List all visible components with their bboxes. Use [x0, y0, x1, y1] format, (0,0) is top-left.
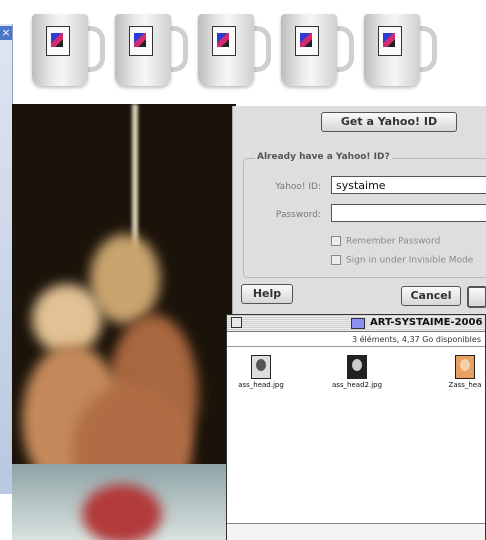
finder-title: ART-SYSTAIME-2006 [367, 317, 486, 328]
cancel-button[interactable]: Cancel [401, 286, 461, 306]
close-box-icon[interactable] [231, 317, 242, 328]
document-mug-icon[interactable] [198, 8, 271, 88]
remember-password-label: Remember Password [346, 236, 441, 247]
invisible-mode-label: Sign in under Invisible Mode [346, 255, 474, 266]
file-item[interactable]: ass_head.jpg [231, 355, 291, 389]
sign-in-button[interactable] [467, 286, 486, 308]
password-field[interactable] [331, 204, 486, 222]
help-button[interactable]: Help [241, 284, 293, 304]
file-item[interactable]: Zass_hea [435, 355, 486, 389]
image-file-icon [251, 355, 271, 379]
document-mug-icon[interactable] [32, 8, 105, 88]
password-label: Password: [275, 210, 321, 220]
image-file-icon [347, 355, 367, 379]
group-title: Already have a Yahoo! ID? [255, 152, 392, 162]
get-yahoo-id-button[interactable]: Get a Yahoo! ID [321, 112, 457, 132]
close-icon[interactable]: × [0, 26, 12, 40]
invisible-mode-checkbox[interactable] [331, 255, 341, 265]
yahoo-id-field[interactable]: systaime [331, 176, 486, 194]
document-mug-icon[interactable] [364, 8, 437, 88]
file-item[interactable]: ass_head2.jpg [327, 355, 387, 389]
file-name: ass_head.jpg [238, 381, 284, 389]
yahoo-id-label: Yahoo! ID: [275, 182, 321, 192]
invisible-mode-row[interactable]: Sign in under Invisible Mode [331, 255, 473, 266]
yahoo-login-dialog: Get a Yahoo! ID Already have a Yahoo! ID… [232, 106, 486, 314]
document-mug-icon[interactable] [115, 8, 188, 88]
finder-scrollbar[interactable] [227, 523, 485, 540]
image-file-icon [455, 355, 475, 379]
document-mug-icon[interactable] [281, 8, 354, 88]
folder-icon [351, 318, 365, 329]
finder-titlebar[interactable]: ART-SYSTAIME-2006 [227, 315, 486, 332]
remember-password-checkbox[interactable] [331, 236, 341, 246]
remember-password-row[interactable]: Remember Password [331, 236, 440, 247]
video-frame [12, 104, 236, 540]
file-name: Zass_hea [448, 381, 482, 389]
mug-icon-row [0, 0, 486, 98]
finder-window: ART-SYSTAIME-2006 3 éléments, 4,37 Go di… [226, 314, 486, 540]
finder-info-bar: 3 éléments, 4,37 Go disponibles [227, 333, 485, 347]
file-name: ass_head2.jpg [331, 381, 383, 389]
